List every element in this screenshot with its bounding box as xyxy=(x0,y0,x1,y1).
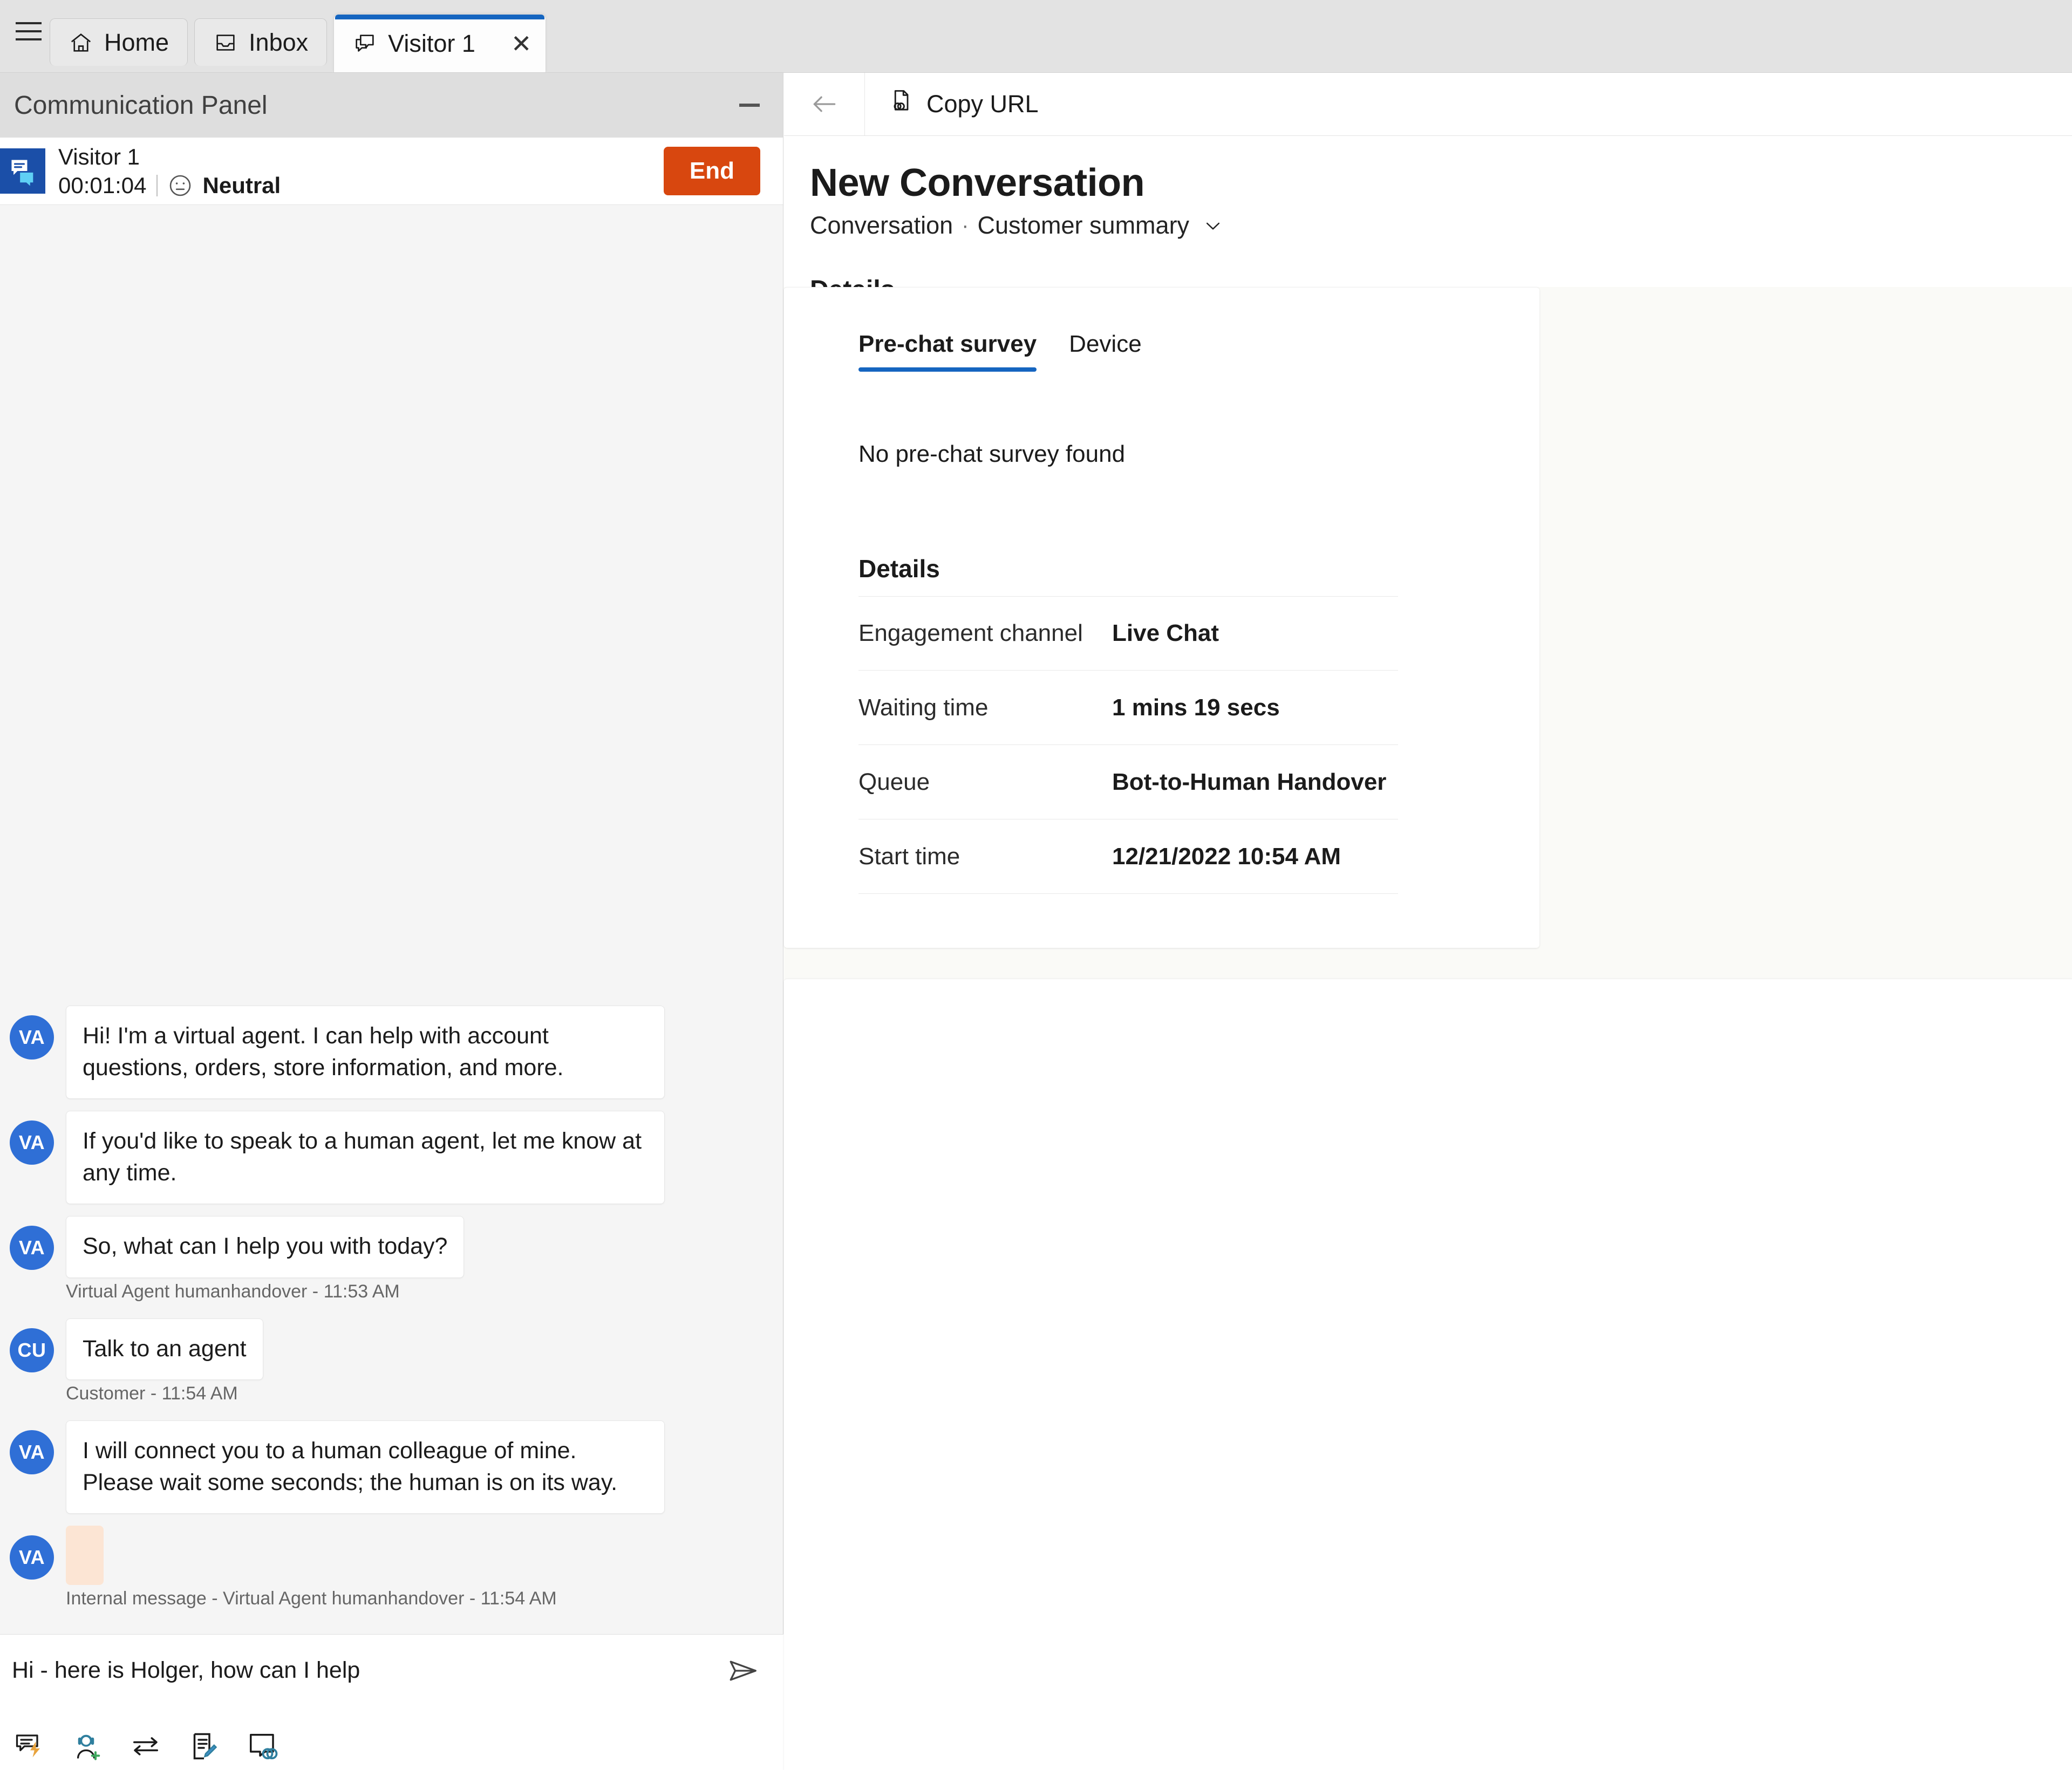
message-timestamp: Customer - 11:54 AM xyxy=(66,1383,238,1404)
send-icon[interactable] xyxy=(726,1654,760,1687)
main-record-area: Copy URL New Conversation Conversation ·… xyxy=(784,73,2072,1770)
linked-conversation-icon[interactable] xyxy=(246,1730,278,1762)
tab-visitor-1[interactable]: Visitor 1 ✕ xyxy=(333,14,547,72)
avatar: VA xyxy=(10,1430,54,1475)
chat-message: CU Talk to an agent xyxy=(0,1318,783,1381)
consult-agent-icon[interactable] xyxy=(71,1730,104,1762)
breadcrumb-entity: Conversation xyxy=(810,211,953,239)
row-key: Waiting time xyxy=(858,694,989,721)
tab-home-label: Home xyxy=(104,28,169,56)
command-bar: Copy URL xyxy=(784,73,2072,136)
record-content: Pre-chat survey Device No pre-chat surve… xyxy=(784,287,2072,1770)
table-row: Waiting time 1 mins 19 secs xyxy=(858,671,1398,745)
conversation-timer: 00:01:04 xyxy=(58,172,147,198)
row-value: Live Chat xyxy=(1112,620,1219,646)
active-conversation-header: Visitor 1 00:01:04 Neutral End xyxy=(0,138,783,205)
avatar: VA xyxy=(10,1015,54,1060)
chat-message: VA If you'd like to speak to a human age… xyxy=(0,1111,783,1205)
chevron-down-icon[interactable] xyxy=(1202,215,1224,236)
chat-message: VA I will connect you to a human colleag… xyxy=(0,1420,783,1514)
message-composer xyxy=(0,1634,783,1770)
avatar: CU xyxy=(10,1328,54,1372)
notes-icon[interactable] xyxy=(188,1730,220,1762)
message-bubble: So, what can I help you with today? xyxy=(66,1216,465,1278)
back-arrow-icon[interactable] xyxy=(784,73,865,135)
tab-visitor-1-label: Visitor 1 xyxy=(388,29,475,57)
page-title: New Conversation xyxy=(810,161,1145,204)
details-section-title: Details xyxy=(858,555,940,583)
message-bubble: Hi! I'm a virtual agent. I can help with… xyxy=(66,1006,665,1099)
table-row: Start time 12/21/2022 10:54 AM xyxy=(858,819,1398,894)
avatar: VA xyxy=(10,1120,54,1165)
message-timestamp: Virtual Agent humanhandover - 11:53 AM xyxy=(66,1281,400,1302)
copy-link-icon xyxy=(887,87,915,121)
conversation-channel-icon xyxy=(0,148,45,194)
end-conversation-button[interactable]: End xyxy=(663,147,760,195)
message-bubble: Talk to an agent xyxy=(66,1318,263,1381)
row-key: Queue xyxy=(858,768,930,795)
message-bubble: I will connect you to a human colleague … xyxy=(66,1420,665,1514)
row-value: 12/21/2022 10:54 AM xyxy=(1112,843,1341,870)
tab-home[interactable]: Home xyxy=(50,18,188,66)
sentiment-label: Neutral xyxy=(202,172,281,198)
row-value: Bot-to-Human Handover xyxy=(1112,768,1387,795)
table-row: Engagement channel Live Chat xyxy=(858,596,1398,671)
chat-transcript[interactable]: VA Hi! I'm a virtual agent. I can help w… xyxy=(0,205,783,1634)
chat-message: VA So, what can I help you with today? xyxy=(0,1216,783,1278)
avatar: VA xyxy=(10,1535,54,1580)
row-key: Start time xyxy=(858,843,960,870)
communication-panel-header: Communication Panel xyxy=(0,73,783,138)
internal-message-bubble xyxy=(66,1526,104,1585)
inbox-icon xyxy=(213,30,238,55)
chat-icon xyxy=(352,31,377,56)
sub-tab-pre-chat-survey[interactable]: Pre-chat survey xyxy=(858,331,1037,372)
hamburger-icon[interactable] xyxy=(8,0,50,72)
home-icon xyxy=(69,30,93,55)
tab-inbox-label: Inbox xyxy=(249,28,309,56)
close-icon[interactable]: ✕ xyxy=(511,31,532,56)
communication-panel-title: Communication Panel xyxy=(14,91,268,120)
sub-tab-device[interactable]: Device xyxy=(1069,331,1142,372)
avatar: VA xyxy=(10,1226,54,1270)
visitor-name: Visitor 1 xyxy=(58,144,140,170)
message-input[interactable] xyxy=(12,1657,726,1684)
composer-toolbar xyxy=(13,1730,278,1762)
message-bubble: If you'd like to speak to a human agent,… xyxy=(66,1111,665,1205)
page-header: New Conversation Conversation · Customer… xyxy=(784,136,2072,240)
neutral-face-icon xyxy=(167,173,193,199)
copy-url-label: Copy URL xyxy=(926,90,1039,118)
chat-message-internal: VA xyxy=(0,1526,783,1585)
row-value: 1 mins 19 secs xyxy=(1112,694,1280,721)
divider xyxy=(156,174,158,196)
chat-message: VA Hi! I'm a virtual agent. I can help w… xyxy=(0,1006,783,1099)
quick-replies-icon[interactable] xyxy=(13,1730,45,1762)
pre-chat-survey-empty-message: No pre-chat survey found xyxy=(858,441,1126,467)
tab-inbox[interactable]: Inbox xyxy=(194,18,328,66)
details-table: Engagement channel Live Chat Waiting tim… xyxy=(858,596,1398,894)
breadcrumb-view[interactable]: Customer summary xyxy=(977,211,1189,240)
conversation-meta: Visitor 1 00:01:04 Neutral xyxy=(58,143,664,199)
communication-panel: Communication Panel Visitor 1 00:01:04 N… xyxy=(0,73,783,1770)
top-tab-strip: Home Inbox Visitor 1 ✕ xyxy=(0,0,2072,73)
minimize-icon[interactable] xyxy=(735,91,764,119)
secondary-empty-card xyxy=(784,979,2072,1770)
message-timestamp: Internal message - Virtual Agent humanha… xyxy=(66,1588,557,1609)
copy-url-button[interactable]: Copy URL xyxy=(865,73,1060,135)
breadcrumb-separator: · xyxy=(962,213,969,237)
row-key: Engagement channel xyxy=(858,620,1083,646)
transfer-conversation-icon[interactable] xyxy=(130,1730,162,1762)
details-sub-tabs: Pre-chat survey Device xyxy=(858,331,1507,372)
details-card: Pre-chat survey Device No pre-chat surve… xyxy=(784,287,1539,948)
table-row: Queue Bot-to-Human Handover xyxy=(858,745,1398,819)
breadcrumb: Conversation · Customer summary xyxy=(810,211,2072,240)
